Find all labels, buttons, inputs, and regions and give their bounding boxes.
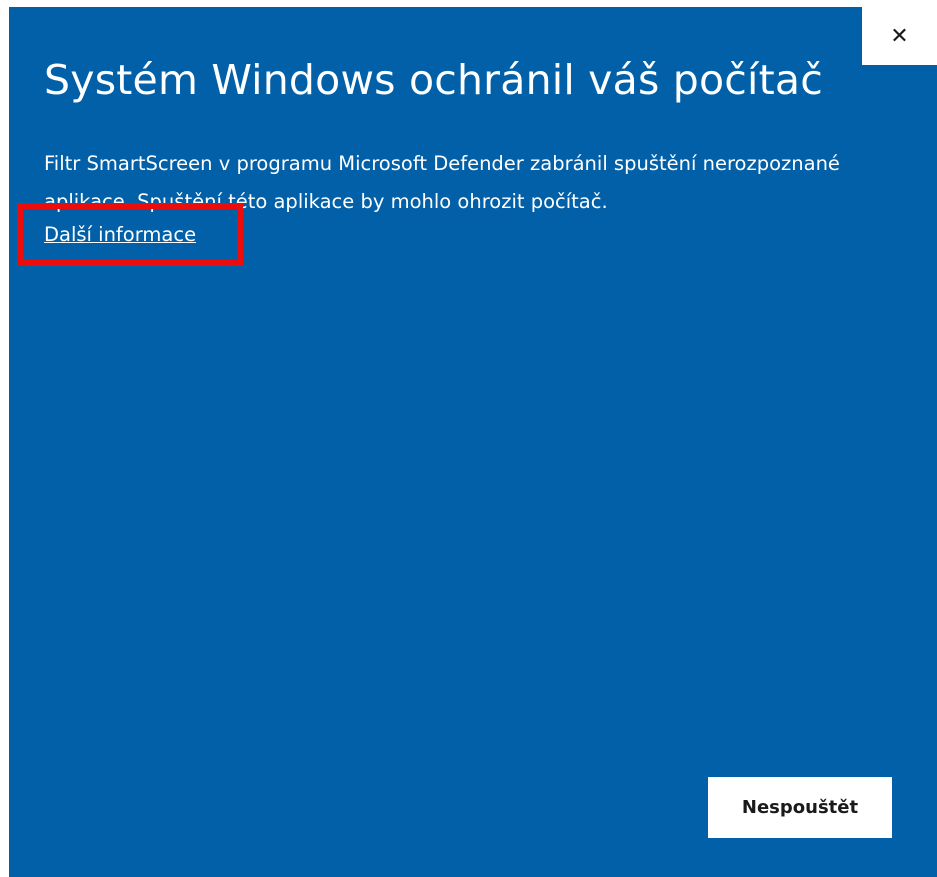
dialog-title: Systém Windows ochránil váš počítač bbox=[44, 56, 823, 104]
dont-run-button[interactable]: Nespouštět bbox=[708, 777, 892, 838]
smartscreen-dialog bbox=[9, 7, 937, 877]
more-info-link[interactable]: Další informace bbox=[44, 216, 196, 254]
close-button[interactable]: ✕ bbox=[862, 7, 937, 65]
warning-message: Filtr SmartScreen v programu Microsoft D… bbox=[44, 152, 840, 213]
page: ✕ Systém Windows ochránil váš počítač Fi… bbox=[0, 0, 937, 877]
close-icon: ✕ bbox=[890, 23, 909, 49]
